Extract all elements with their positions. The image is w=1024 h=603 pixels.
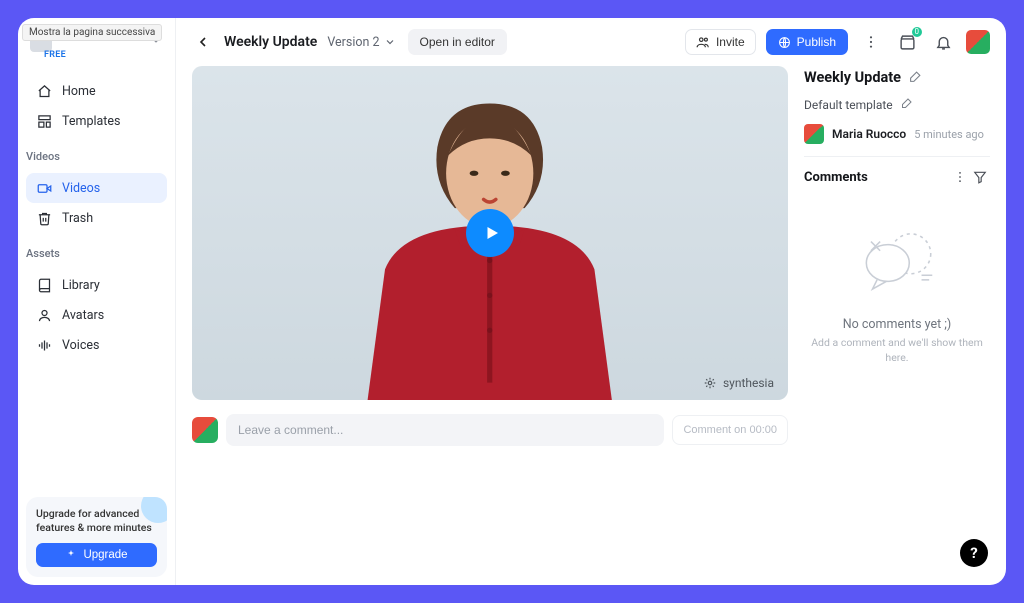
sidebar-item-library[interactable]: Library [26,270,167,300]
version-label: Version 2 [327,35,379,50]
details-title: Weekly Update [804,69,901,86]
filter-icon [973,170,987,184]
sidebar-heading-videos: Videos [18,142,175,167]
publish-label: Publish [797,35,836,49]
synthesia-logo-icon [703,376,717,390]
updates-button[interactable]: 0 [894,29,920,55]
upgrade-text: Upgrade for advanced features & more min… [36,507,157,535]
sidebar-item-label: Avatars [62,308,104,323]
main: Weekly Update Version 2 Open in editor I… [176,18,1006,585]
chevron-down-icon [384,36,396,48]
plan-tag: FREE [44,50,175,60]
users-icon [696,35,710,49]
publish-button[interactable]: Publish [766,29,848,55]
back-button[interactable] [192,31,214,53]
video-player[interactable]: synthesia [192,66,788,400]
chevron-left-icon [195,34,211,50]
upgrade-button[interactable]: Upgrade [36,543,157,567]
current-user-avatar [192,417,218,443]
upgrade-card: Upgrade for advanced features & more min… [26,497,167,577]
author-avatar [804,124,824,144]
sidebar-item-avatars[interactable]: Avatars [26,300,167,330]
empty-title: No comments yet ;) [804,317,990,332]
help-button[interactable]: ? [960,539,988,567]
open-in-editor-button[interactable]: Open in editor [408,29,507,55]
sparkle-icon [65,549,77,561]
comments-heading: Comments [804,170,868,185]
version-selector[interactable]: Version 2 [327,35,395,50]
sidebar: Mostra la pagina successiva FREE Home Te… [18,18,176,585]
sidebar-item-label: Voices [62,338,99,353]
pencil-icon [909,70,922,83]
play-button[interactable] [466,209,514,257]
comment-timestamp-button[interactable]: Comment on 00:00 [672,415,788,445]
details-panel: Weekly Update Default template Maria Ruo… [804,66,990,571]
edit-title-button[interactable] [909,68,922,87]
sidebar-item-videos[interactable]: Videos [26,173,167,203]
sidebar-item-voices[interactable]: Voices [26,330,167,360]
invite-button[interactable]: Invite [685,29,756,55]
sidebar-item-trash[interactable]: Trash [26,203,167,233]
sidebar-item-label: Templates [62,114,120,129]
chat-bubbles-icon [851,223,943,303]
sidebar-item-home[interactable]: Home [26,76,167,106]
video-column: synthesia Comment on 00:00 [192,66,788,571]
author-name: Maria Ruocco [832,127,906,141]
upgrade-button-label: Upgrade [83,549,127,561]
dots-vertical-icon [953,170,967,184]
notifications-button[interactable] [930,29,956,55]
play-icon [483,224,501,242]
trash-icon [36,210,52,226]
time-ago: 5 minutes ago [914,128,984,141]
video-icon [36,180,52,196]
browser-tooltip: Mostra la pagina successiva [22,24,162,41]
topbar: Weekly Update Version 2 Open in editor I… [176,18,1006,66]
sidebar-heading-assets: Assets [18,239,175,264]
sidebar-item-templates[interactable]: Templates [26,106,167,136]
divider [804,156,990,157]
invite-label: Invite [716,35,745,49]
library-icon [36,277,52,293]
comment-input[interactable] [226,414,664,446]
pencil-icon [901,97,913,109]
home-icon [36,83,52,99]
edit-template-button[interactable] [901,97,913,112]
globe-icon [778,36,791,49]
bell-icon [935,34,952,51]
comments-empty-state: No comments yet ;) Add a comment and we'… [804,223,990,365]
sidebar-item-label: Library [62,278,100,293]
avatar-icon [36,307,52,323]
voice-icon [36,337,52,353]
templates-icon [36,113,52,129]
sidebar-item-label: Trash [62,211,93,226]
dots-vertical-icon [863,34,879,50]
profile-avatar[interactable] [966,30,990,54]
sidebar-item-label: Home [62,84,96,99]
empty-subtitle: Add a comment and we'll show them here. [804,336,990,365]
comments-more-button[interactable] [950,167,970,187]
comment-bar: Comment on 00:00 [192,414,788,446]
updates-badge: 0 [912,27,923,37]
video-watermark: synthesia [703,376,774,390]
sidebar-item-label: Videos [62,181,100,196]
comments-filter-button[interactable] [970,167,990,187]
more-menu-button[interactable] [858,29,884,55]
inbox-icon [899,34,916,51]
template-name: Default template [804,98,893,112]
page-title: Weekly Update [224,34,317,50]
